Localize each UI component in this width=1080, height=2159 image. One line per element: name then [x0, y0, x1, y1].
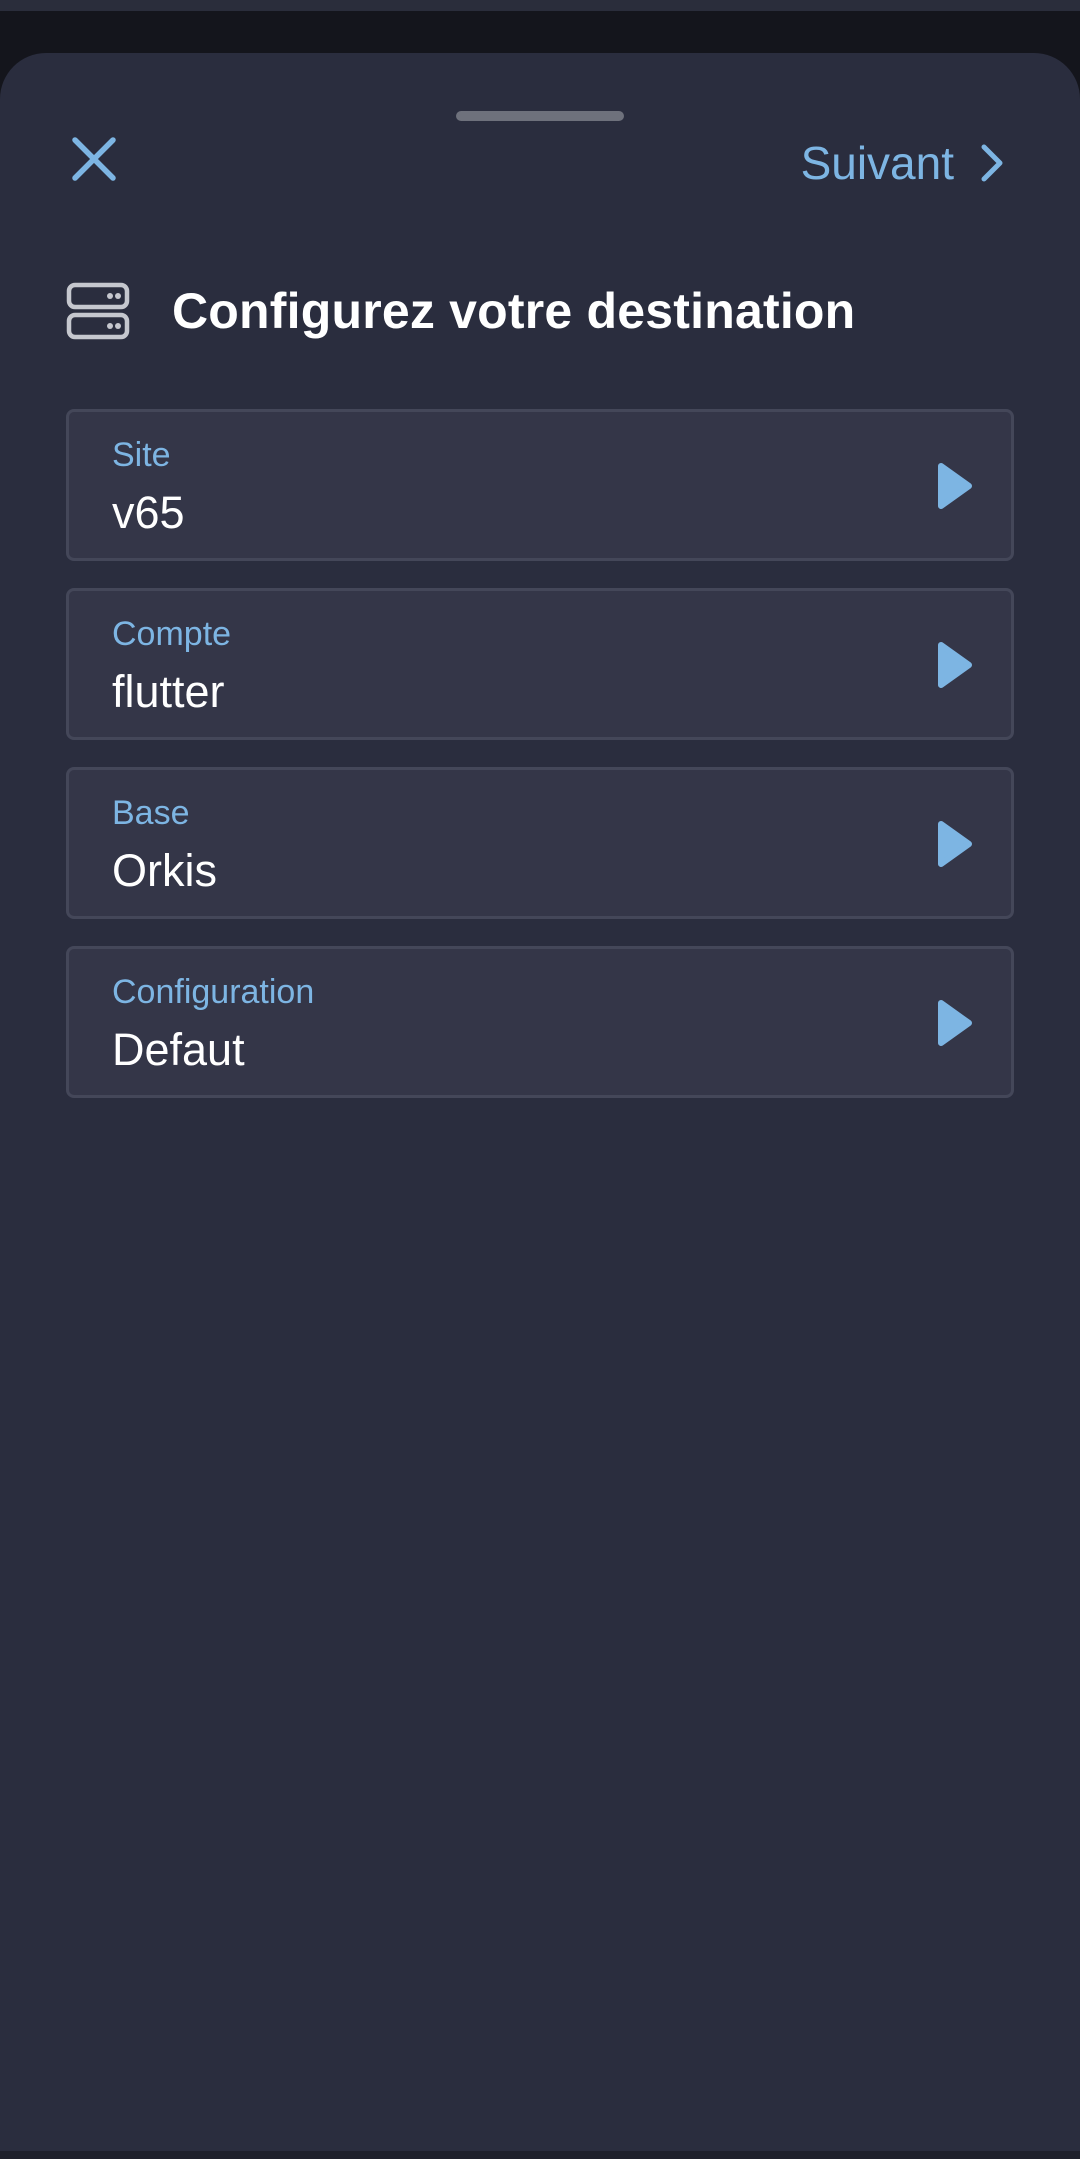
field-label: Configuration [112, 973, 315, 1011]
play-arrow-icon [938, 821, 972, 867]
section-header: Configurez votre destination [66, 281, 855, 341]
status-bar [0, 0, 1080, 11]
navigation-bar [0, 2151, 1080, 2159]
play-arrow-icon [938, 1000, 972, 1046]
field-label: Compte [112, 615, 232, 653]
field-value: v65 [112, 487, 185, 538]
chevron-right-icon [980, 143, 1004, 183]
next-button-label: Suivant [800, 137, 954, 189]
next-button[interactable]: Suivant [801, 133, 1004, 193]
destination-fields: Site v65 Compte flutter Base Orkis Confi… [66, 409, 1014, 1125]
bottom-sheet: Suivant Configurez votre destination Sit… [0, 53, 1080, 2151]
close-icon [72, 137, 116, 181]
page-title: Configurez votre destination [172, 283, 856, 339]
field-value: Orkis [112, 845, 217, 896]
field-site[interactable]: Site v65 [66, 409, 1014, 561]
play-arrow-icon [938, 642, 972, 688]
play-arrow-icon [938, 463, 972, 509]
field-value: Defaut [112, 1024, 245, 1075]
field-base[interactable]: Base Orkis [66, 767, 1014, 919]
field-configuration[interactable]: Configuration Defaut [66, 946, 1014, 1098]
field-label: Base [112, 794, 190, 832]
server-icon [66, 281, 130, 341]
field-value: flutter [112, 666, 225, 717]
drag-handle[interactable] [456, 111, 624, 121]
close-button[interactable] [66, 131, 122, 187]
field-compte[interactable]: Compte flutter [66, 588, 1014, 740]
field-label: Site [112, 436, 171, 474]
